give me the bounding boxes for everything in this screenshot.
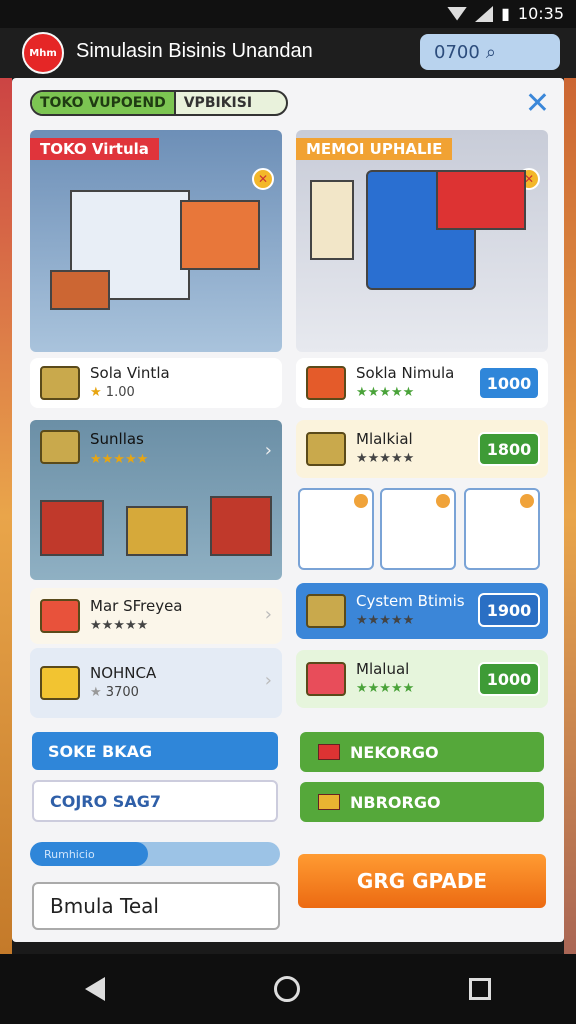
- shelf-icon: [310, 180, 354, 260]
- upgrade-button[interactable]: GRG GPADE: [298, 854, 546, 908]
- star-rating-icon: ★★★★★: [356, 613, 415, 628]
- supplies-card[interactable]: Sunllas ★★★★★ ›: [30, 420, 282, 580]
- list-item-mlalkial[interactable]: Mlalkial ★★★★★ 1800: [296, 420, 548, 478]
- coin-badge-icon: ✕: [252, 168, 274, 190]
- star-icon: ★: [90, 385, 102, 400]
- progress-label: Rumhicio: [44, 847, 95, 861]
- background-left: [0, 78, 12, 954]
- coin-badge-icon: [520, 494, 534, 508]
- shop-icon: [40, 599, 80, 633]
- buy-button[interactable]: 1800: [478, 432, 540, 466]
- star-icon: ★: [90, 685, 102, 700]
- app-title: Simulasin Bisinis Unandan: [76, 40, 313, 62]
- list-item-cystem-btimis[interactable]: Cystem Btimis ★★★★★ 1900: [296, 583, 548, 639]
- soke-button[interactable]: SOKE BKAG: [32, 732, 278, 770]
- status-time: 10:35: [517, 4, 564, 23]
- cojro-button[interactable]: COJRO SAG7: [32, 780, 278, 822]
- list-item-mar-sfreyea[interactable]: Mar SFreyea ★★★★★ ›: [30, 588, 282, 644]
- simula-field[interactable]: Bmula Teal: [32, 882, 280, 930]
- buy-button[interactable]: 1000: [478, 366, 540, 400]
- close-icon[interactable]: ✕: [525, 86, 550, 121]
- chevron-right-icon[interactable]: ›: [265, 670, 272, 691]
- item-title: Sola Vintla: [90, 364, 170, 382]
- item-value: 3700: [105, 685, 139, 700]
- item-title: Cystem Btimis: [356, 592, 465, 610]
- blender-icon: [306, 662, 346, 696]
- list-item-nohnca[interactable]: NOHNCA ★ 3700 ›: [30, 648, 282, 718]
- progress-bar: Rumhicio: [30, 842, 280, 866]
- goods-icon: [306, 366, 346, 400]
- item-title: Mar SFreyea: [90, 597, 183, 615]
- market-stall-icon: [210, 496, 272, 556]
- status-bar: ▮ 10:35: [0, 0, 576, 28]
- tab-pill: TOKO VUPOEND VPBIKISI: [30, 90, 288, 116]
- chevron-right-icon[interactable]: ›: [265, 604, 272, 625]
- item-title: Sokla Nimula: [356, 364, 455, 382]
- wifi-icon: [447, 6, 468, 21]
- progress-fill: Rumhicio: [30, 842, 148, 866]
- cart-icon: [50, 270, 110, 310]
- star-rating-icon: ★★★★★: [356, 451, 415, 466]
- buy-button[interactable]: 1900: [478, 593, 540, 627]
- shop-panel: TOKO VUPOEND VPBIKISI ✕ TOKO Virtula ✕ M…: [12, 78, 564, 942]
- mini-card-shopkeeper[interactable]: [380, 488, 456, 570]
- online-store-card-image[interactable]: MEMOI UPHALIE ✕: [296, 130, 548, 352]
- search-icon: ⌕: [485, 41, 496, 63]
- box-icon: [40, 366, 80, 400]
- list-item-sola-vintla[interactable]: Sola Vintla ★ 1.00: [30, 358, 282, 408]
- box-icon: [306, 594, 346, 628]
- star-rating-icon: ★★★★★: [90, 618, 149, 633]
- list-item-mlalual[interactable]: Mlalual ★★★★★ 1000: [296, 650, 548, 708]
- nekorgo-button[interactable]: NEKORGO: [300, 732, 544, 772]
- cart-icon: [126, 506, 188, 556]
- background-right: [564, 78, 576, 954]
- stall-icon: [40, 430, 80, 464]
- tab-vpbikisi[interactable]: VPBIKISI: [176, 92, 260, 114]
- item-title: Mlalual: [356, 660, 410, 678]
- online-store-ribbon: MEMOI UPHALIE: [296, 138, 453, 160]
- nbrorgo-button[interactable]: NBRORGO: [300, 782, 544, 822]
- navigation-bar: [0, 954, 576, 1024]
- mini-card-produce[interactable]: [298, 488, 374, 570]
- coin-badge-icon: [354, 494, 368, 508]
- chevron-right-icon[interactable]: ›: [265, 440, 272, 461]
- coin-badge-icon: [436, 494, 450, 508]
- stall-icon: [436, 170, 526, 230]
- mini-card-register[interactable]: [464, 488, 540, 570]
- nbrorgo-label: NBRORGO: [350, 792, 441, 812]
- market-stall-icon: [40, 500, 104, 556]
- store-building-annex-icon: [180, 200, 260, 270]
- buy-button[interactable]: 1000: [478, 662, 540, 696]
- nekorgo-label: NEKORGO: [350, 742, 439, 762]
- box-icon: [306, 432, 346, 466]
- star-rating-icon: ★★★★★: [356, 385, 415, 400]
- store-card-image[interactable]: TOKO Virtula ✕: [30, 130, 282, 352]
- home-icon[interactable]: [273, 976, 300, 1002]
- list-item-sokla-nimula[interactable]: Sokla Nimula ★★★★★ 1000: [296, 358, 548, 408]
- back-icon[interactable]: [84, 977, 105, 1001]
- signal-icon: [475, 5, 494, 22]
- search-box[interactable]: 0700 ⌕: [420, 34, 560, 70]
- item-value: 1.00: [105, 385, 135, 400]
- item-title: Mlalkial: [356, 430, 413, 448]
- search-value: 0700: [434, 41, 480, 63]
- star-rating-icon: ★★★★★: [90, 452, 149, 467]
- app-bar: Mhm Simulasin Bisinis Unandan 0700 ⌕: [0, 28, 576, 78]
- supplies-title: Sunllas: [90, 430, 144, 448]
- app-logo[interactable]: Mhm: [22, 32, 64, 74]
- chest-icon: [318, 794, 340, 810]
- battery-icon: ▮: [501, 4, 510, 23]
- car-icon: [40, 666, 80, 700]
- tab-toko[interactable]: TOKO VUPOEND: [32, 92, 176, 114]
- item-title: NOHNCA: [90, 664, 157, 682]
- crate-icon: [318, 744, 340, 760]
- store-ribbon: TOKO Virtula: [30, 138, 159, 160]
- recents-icon[interactable]: [469, 978, 492, 1000]
- star-rating-icon: ★★★★★: [356, 681, 415, 696]
